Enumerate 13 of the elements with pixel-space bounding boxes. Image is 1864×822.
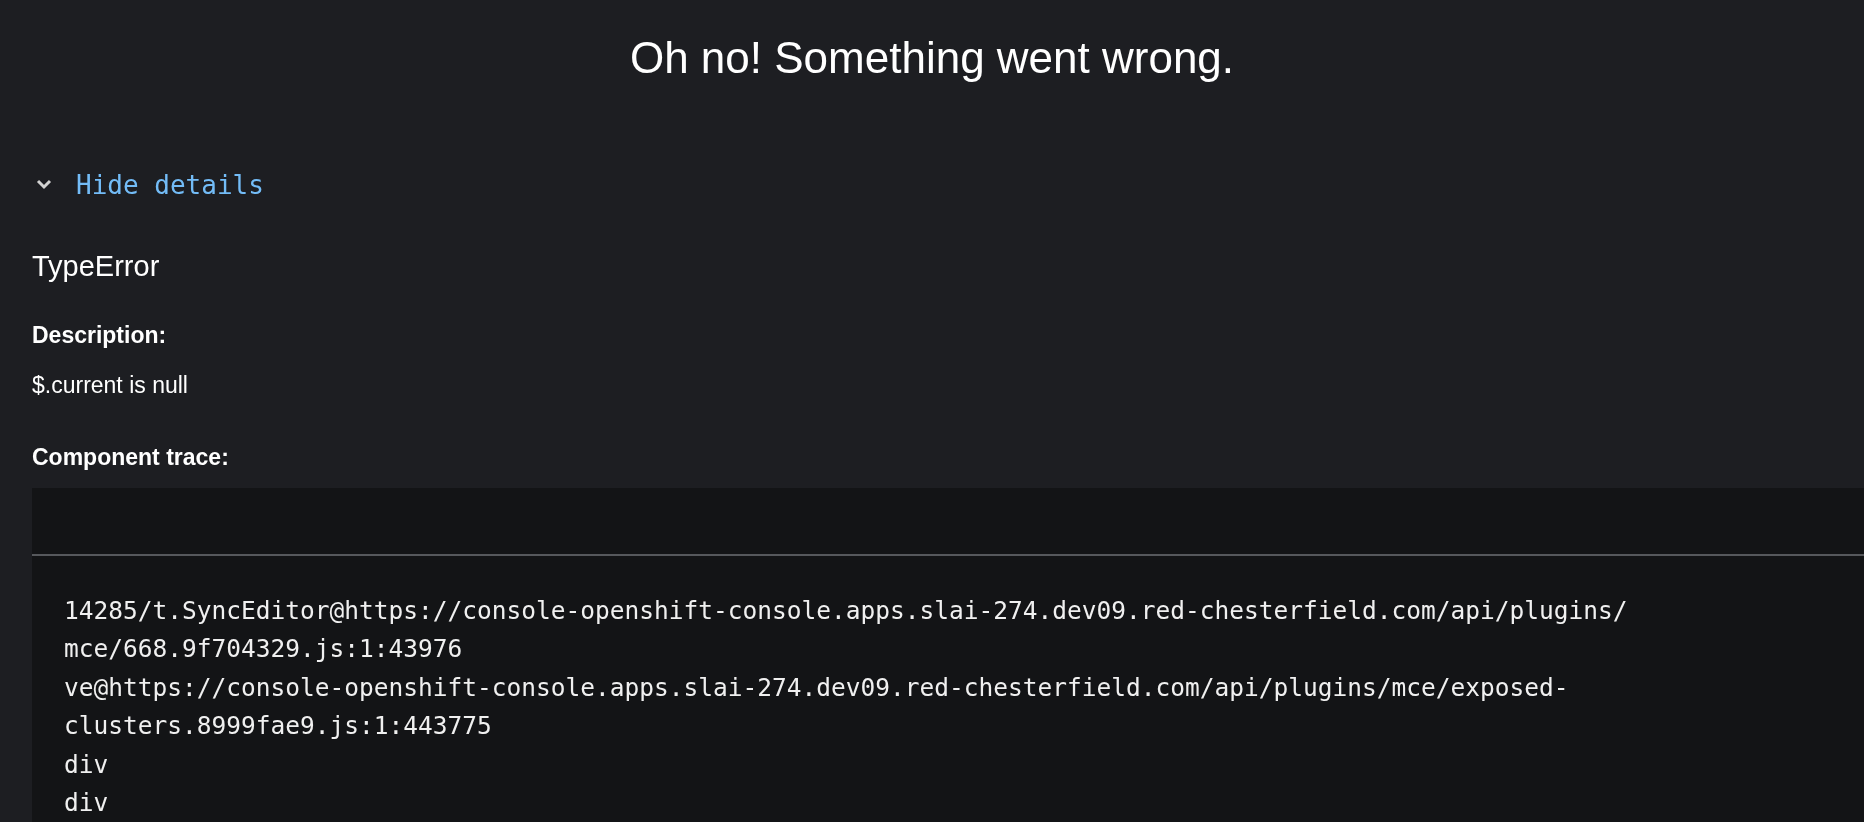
- component-trace-label: Component trace:: [32, 443, 230, 472]
- trace-line: div: [64, 787, 109, 820]
- trace-line: 14285/t.SyncEditor@https://console-openshift-console.apps.slai-274.dev09.red-chesterfield.com/api/plugins/: [64, 595, 1628, 627]
- trace-line: ve@https://console-openshift-console.apps.slai-274.dev09.red-chesterfield.com/api/plugins/mce/exposed-: [64, 671, 1569, 704]
- trace-line: div: [64, 748, 109, 781]
- trace-line: clusters.8999fae9.js:1:443775: [64, 710, 492, 743]
- error-title: Oh no! Something went wrong.: [628, 32, 1236, 84]
- error-name: TypeError: [32, 249, 161, 284]
- description-text: $.current is null: [32, 371, 189, 400]
- chevron-down-icon: [36, 179, 52, 191]
- hide-details-toggle[interactable]: Hide details: [32, 170, 264, 200]
- trace-line: mce/668.9f704329.js:1:43976: [64, 633, 463, 666]
- description-label: Description:: [32, 321, 168, 350]
